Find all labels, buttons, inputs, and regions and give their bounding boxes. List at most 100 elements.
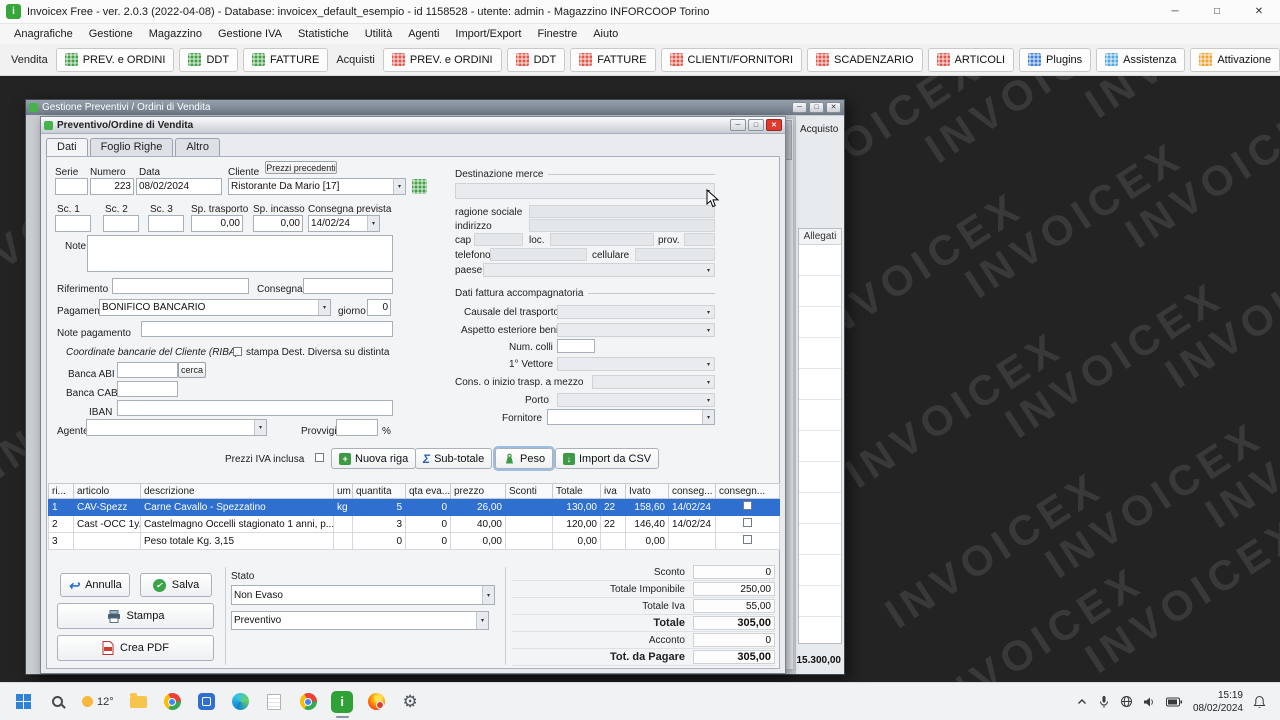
clienti-fornitori-button[interactable]: CLIENTI/FORNITORI [660,47,803,72]
salva-button[interactable]: ✔ Salva [140,573,212,597]
scrollbar-thumb[interactable] [785,120,792,160]
col-qta-evasa[interactable]: qta eva... [405,483,451,499]
riferimento-input[interactable] [112,278,249,294]
fornitore-combobox[interactable]: ▾ [547,409,715,425]
destinazione-combobox[interactable]: ▾ [455,183,715,199]
tray-mic-button[interactable] [1098,695,1110,709]
vettore-combobox[interactable]: ▾ [557,357,715,371]
fatture-vendita-button[interactable]: FATTURE [243,47,329,72]
edge-button[interactable] [227,688,254,715]
menu-item-gestione-iva[interactable]: Gestione IVA [210,26,290,42]
notification-center-button[interactable] [1253,695,1266,709]
tray-chevron-button[interactable] [1076,696,1088,708]
maximize-icon[interactable]: □ [809,102,824,113]
assistenza-button[interactable]: Assistenza [1096,47,1186,72]
col-ivato[interactable]: Ivato [625,483,669,499]
menu-item-finestre[interactable]: Finestre [529,26,585,42]
col-um[interactable]: um [333,483,353,499]
cap-field[interactable] [474,233,523,246]
data-input[interactable] [136,178,222,195]
note-textarea[interactable] [87,235,393,272]
clock[interactable]: 15:19 08/02/2024 [1193,689,1243,715]
stampa-button[interactable]: Stampa [57,603,214,629]
giorno-input[interactable] [367,299,391,316]
col-quantita[interactable]: quantita [352,483,406,499]
telefono-field[interactable] [490,248,587,261]
prev-ordini-acquisti-button[interactable]: PREV. e ORDINI [382,47,502,72]
peso-button[interactable]: Peso [495,448,554,469]
col-totale[interactable]: Totale [552,483,601,499]
scadenzario-button[interactable]: SCADENZARIO [807,47,923,72]
paese-combobox[interactable]: ▾ [483,263,715,277]
table-row[interactable]: 1 CAV-Spezz Carne Cavallo - Spezzatino k… [48,498,780,516]
col-prezzo[interactable]: prezzo [450,483,506,499]
inner-window-titlebar[interactable]: Preventivo/Ordine di Vendita ─ □ ✕ [41,117,785,134]
consegna-input[interactable] [303,278,393,294]
pagamento-combobox[interactable]: BONIFICO BANCARIO ▾ [99,299,331,316]
sc1-input[interactable] [55,215,91,232]
cerca-button[interactable]: cerca [178,362,206,378]
attivazione-button[interactable]: Attivazione [1190,47,1280,72]
minimize-icon[interactable]: ─ [792,102,807,113]
prezzi-precedenti-button[interactable]: Prezzi precedenti [265,161,337,174]
browser-profile-button[interactable] [295,688,322,715]
close-icon[interactable]: ✕ [766,119,782,131]
import-csv-button[interactable]: ↓ Import da CSV [555,448,660,469]
ddt-vendita-button[interactable]: DDT [179,47,239,72]
tab-dati[interactable]: Dati [46,138,88,156]
close-icon[interactable]: ✕ [826,102,841,113]
table-row[interactable]: 3 Peso totale Kg. 3,15 0 0 0,00 0,00 0,0… [48,532,780,550]
file-explorer-button[interactable] [125,688,152,715]
col-consegna[interactable]: conseg... [668,483,716,499]
invoicex-taskbar-button[interactable]: i [329,688,356,718]
minimize-icon[interactable]: ─ [1154,0,1196,24]
cons-mezzo-combobox[interactable]: ▾ [592,375,715,389]
plugins-button[interactable]: Plugins [1019,47,1092,72]
notepad-button[interactable] [261,688,288,715]
prov-field[interactable] [684,233,715,246]
cellulare-field[interactable] [635,248,715,261]
consegnato-checkbox[interactable] [743,518,752,527]
close-icon[interactable]: ✕ [1238,0,1280,24]
menu-item-utilita[interactable]: Utilità [357,26,401,42]
fatture-acquisti-button[interactable]: FATTURE [570,47,656,72]
col-consegnato[interactable]: consegn... [715,483,780,499]
tray-volume-button[interactable] [1143,696,1156,708]
tipo-documento-combobox[interactable]: Preventivo ▾ [231,611,489,630]
cliente-combobox[interactable]: Ristorante Da Mario [17] ▾ [228,178,406,195]
cliente-lookup-icon[interactable] [412,179,427,194]
tab-altro[interactable]: Altro [175,138,220,156]
table-row[interactable]: 2 Cast -OCC 1y... Castelmagno Occelli st… [48,515,780,533]
col-iva[interactable]: iva [600,483,626,499]
numero-input[interactable] [90,178,134,195]
chrome-button[interactable] [159,688,186,715]
blue-app-button[interactable] [193,688,220,715]
search-button[interactable] [44,688,71,715]
stato-evasione-combobox[interactable]: Non Evaso ▾ [231,585,495,605]
menu-item-import-export[interactable]: Import/Export [447,26,529,42]
settings-button[interactable]: ⚙ [397,688,424,715]
firefox-button[interactable] [363,688,390,715]
sc2-input[interactable] [103,215,139,232]
tab-foglio-righe[interactable]: Foglio Righe [89,138,174,156]
col-articolo[interactable]: articolo [73,483,141,499]
agente-combobox[interactable]: ▾ [86,419,267,436]
stampa-dest-checkbox[interactable] [233,347,242,356]
prezzi-iva-checkbox[interactable] [315,453,324,462]
sub-totale-button[interactable]: Σ Sub-totale [415,448,493,469]
sp-trasporto-input[interactable] [191,215,243,232]
tray-battery-button[interactable] [1165,697,1183,707]
crea-pdf-button[interactable]: Crea PDF [57,635,214,661]
menu-item-gestione[interactable]: Gestione [81,26,141,42]
minimize-icon[interactable]: ─ [730,119,746,131]
maximize-icon[interactable]: □ [1196,0,1238,24]
nuova-riga-button[interactable]: + Nuova riga [331,448,417,469]
annulla-button[interactable]: ↩ Annulla [60,573,130,597]
ddt-acquisti-button[interactable]: DDT [506,47,566,72]
aspetto-beni-combobox[interactable]: ▾ [557,323,715,337]
prev-ordini-vendita-button[interactable]: PREV. e ORDINI [55,47,175,72]
maximize-icon[interactable]: □ [748,119,764,131]
iban-input[interactable] [117,400,393,416]
provvigione-input[interactable] [336,419,378,436]
loc-field[interactable] [550,233,654,246]
